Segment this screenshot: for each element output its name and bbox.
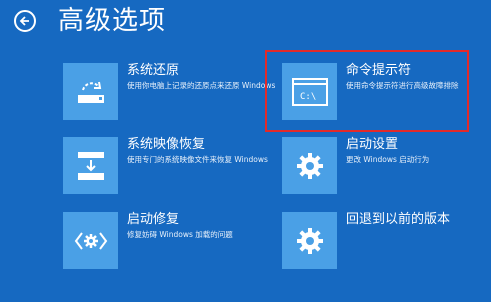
option-description: 更改 Windows 启动行为 — [346, 155, 430, 164]
option-system-restore[interactable]: 系统还原 使用你电脑上记录的还原点来还原 Windows — [63, 63, 278, 125]
option-name: 启动修复 — [127, 212, 180, 227]
back-arrow-icon — [19, 16, 29, 26]
gear-icon — [296, 152, 323, 179]
startup-repair-tile[interactable] — [63, 212, 118, 269]
startup-settings-tile[interactable] — [282, 137, 337, 194]
system-restore-icon — [77, 81, 104, 103]
option-name: 系统还原 — [127, 63, 180, 78]
option-description: 使用专门的系统映像文件来恢复 Windows — [127, 155, 268, 164]
option-startup-repair[interactable]: 启动修复 修复妨碍 Windows 加载的问题 — [63, 212, 278, 274]
system-restore-tile[interactable] — [63, 63, 118, 120]
option-name: 启动设置 — [346, 137, 399, 152]
back-button[interactable] — [14, 10, 36, 32]
system-image-tile[interactable] — [63, 137, 118, 194]
go-back-tile[interactable] — [282, 212, 337, 269]
option-description: 使用你电脑上记录的还原点来还原 Windows — [127, 81, 276, 90]
option-name: 系统映像恢复 — [127, 137, 206, 152]
option-startup-settings[interactable]: 启动设置 更改 Windows 启动行为 — [282, 137, 491, 199]
gear-icon — [296, 227, 323, 254]
option-description: 修复妨碍 Windows 加载的问题 — [127, 230, 233, 239]
option-name: 回退到以前的版本 — [346, 212, 451, 227]
system-image-icon — [77, 151, 104, 180]
page-title: 高级选项 — [58, 6, 167, 36]
highlight-box — [265, 50, 469, 132]
option-system-image-recovery[interactable]: 系统映像恢复 使用专门的系统映像文件来恢复 Windows — [63, 137, 278, 199]
startup-repair-icon — [74, 231, 107, 250]
option-go-back[interactable]: 回退到以前的版本 — [282, 212, 491, 274]
